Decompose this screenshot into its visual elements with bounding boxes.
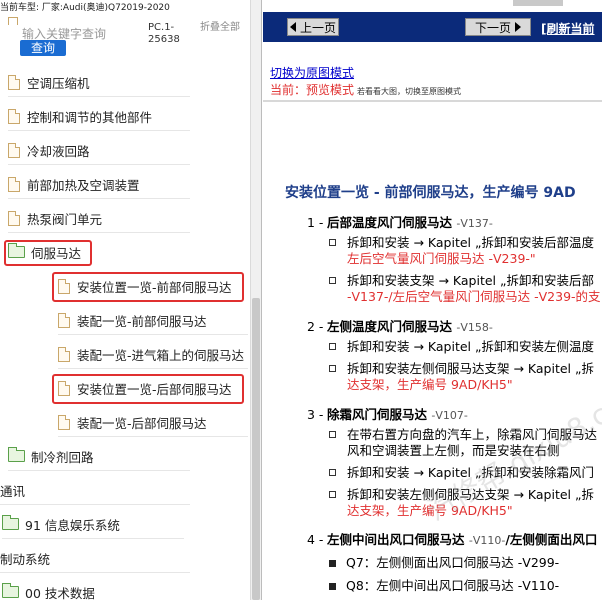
prev-page-label: 上一页: [299, 20, 336, 35]
document-icon: [8, 210, 20, 226]
document-icon: [58, 346, 70, 362]
tree-item-rear-servo-location[interactable]: 安装位置一览-后部伺服马达: [52, 373, 248, 404]
search-bar: 输入关键字查询 查询 PC.1-25638 折叠全部: [0, 14, 261, 60]
arrow-right-icon: [515, 22, 521, 32]
arrow-left-icon: [289, 22, 296, 32]
section-4-sub-2: Q8：左侧中间出风口伺服马达 -V110-: [329, 575, 559, 594]
prev-page-button[interactable]: 上一页: [287, 18, 339, 36]
current-mode-line: 当前：预览模式 若看看大图，切换至原图模式: [270, 81, 461, 98]
tree-item-rear-servo-assembly[interactable]: 装配一览-后部伺服马达: [58, 407, 248, 437]
folder-icon: [8, 447, 25, 462]
tree-item-front-servo-assembly[interactable]: 装配一览-前部伺服马达: [58, 305, 248, 335]
next-page-button[interactable]: 下一页: [465, 18, 531, 36]
tree-item-heat-pump-valve[interactable]: 热泵阀门单元: [8, 203, 190, 233]
current-hint: 若看看大图，切换至原图模式: [357, 87, 462, 96]
tree-item-front-servo-location[interactable]: 安装位置一览-前部伺服马达: [52, 271, 248, 302]
tree-folder-servo-motors[interactable]: 伺服马达: [4, 237, 190, 267]
document-icon: [58, 414, 70, 430]
tree-item-ac-compressor[interactable]: 空调压缩机: [8, 67, 190, 97]
tree-item-label: 前部加热及空调装置: [27, 177, 140, 193]
tree-item-label: 制冷剂回路: [31, 449, 94, 465]
document-icon: [8, 108, 20, 124]
tree-scrollbar-thumb[interactable]: [252, 298, 260, 600]
section-2-heading: 2 - 左侧温度风门伺服马达 -V158-: [307, 319, 493, 334]
folder-icon: [2, 583, 19, 598]
tree-item-label: 热泵阀门单元: [27, 211, 103, 227]
top-toolbar-button[interactable]: [513, 0, 563, 6]
document-icon: [58, 312, 70, 328]
next-page-label: 下一页: [474, 20, 511, 35]
folder-icon: [8, 17, 18, 25]
refresh-current-link[interactable]: [刷新当前: [541, 20, 595, 37]
page-navigation-bar: 上一页 下一页 [刷新当前: [263, 12, 602, 42]
divider: [263, 100, 602, 102]
tree-item-label: 通讯: [0, 483, 26, 499]
highlight-box: [52, 272, 244, 302]
tree-item-coolant-circuit[interactable]: 冷却液回路: [8, 135, 190, 165]
tree-folder-tech-data[interactable]: 00 技术数据: [2, 577, 184, 600]
tree-item-label: 控制和调节的其他部件: [27, 109, 153, 125]
current-prefix: 当前：: [270, 83, 307, 97]
section-4-sub-1: Q7：左侧侧面出风口伺服马达 -V299-: [329, 552, 559, 571]
tree-item-label: 装配一览-进气箱上的伺服马达: [77, 347, 245, 363]
highlight-box: [52, 374, 244, 404]
tree-item-label: 制动系统: [0, 551, 51, 567]
section-3-heading: 3 - 除霜风门伺服马达 -V107-: [307, 407, 468, 422]
document-title: 安装位置一览 - 前部伺服马达，生产编号 9AD: [285, 185, 576, 201]
document-icon: [8, 74, 20, 90]
section-4-heading: 4 - 左侧中间出风口伺服马达 -V110-/左侧侧面出风口: [307, 532, 598, 547]
document-viewer: 上一页 下一页 [刷新当前 切换为原图模式 当前：预览模式 若看看大图，切换至原图…: [263, 0, 602, 600]
tree-item-label: 空调压缩机: [27, 75, 90, 91]
current-mode: 预览模式: [306, 83, 355, 97]
tree-item-label: 91 信息娱乐系统: [25, 517, 120, 533]
tree-folder-infotainment[interactable]: 91 信息娱乐系统: [2, 509, 184, 539]
collapse-all-button[interactable]: 折叠全部: [200, 22, 244, 33]
tree-item-label: 装配一览-后部伺服马达: [77, 415, 207, 431]
highlight-box: [4, 240, 92, 266]
navigation-tree-panel: 当前车型: 厂家:Audi(奥迪)Q72019-2020 输入关键字查询 查询 …: [0, 0, 262, 600]
tree-category-communication[interactable]: 通讯: [0, 475, 190, 505]
tree-item-label: 冷却液回路: [27, 143, 90, 159]
tree-item-label: 00 技术数据: [25, 585, 95, 600]
tree-folder-refrigerant[interactable]: 制冷剂回路: [8, 441, 190, 471]
tree-item-front-heating-ac[interactable]: 前部加热及空调装置: [8, 169, 190, 199]
query-button[interactable]: 查询: [20, 40, 66, 56]
document-icon: [8, 142, 20, 158]
tree-item-intake-servo-assembly[interactable]: 装配一览-进气箱上的伺服马达: [58, 339, 248, 369]
tree-item-label: 装配一览-前部伺服马达: [77, 313, 207, 329]
folder-icon: [2, 515, 19, 530]
document-icon: [8, 176, 20, 192]
tree-item-control-parts[interactable]: 控制和调节的其他部件: [8, 101, 190, 131]
switch-original-mode-link[interactable]: 切换为原图模式: [270, 64, 354, 81]
pc-code-label: PC.1-25638: [148, 22, 180, 45]
current-vehicle-info: 当前车型: 厂家:Audi(奥迪)Q72019-2020: [0, 3, 170, 13]
tree-category-brake-system[interactable]: 制动系统: [0, 543, 190, 573]
section-1-heading: 1 - 后部温度风门伺服马达 -V137-: [307, 215, 493, 230]
